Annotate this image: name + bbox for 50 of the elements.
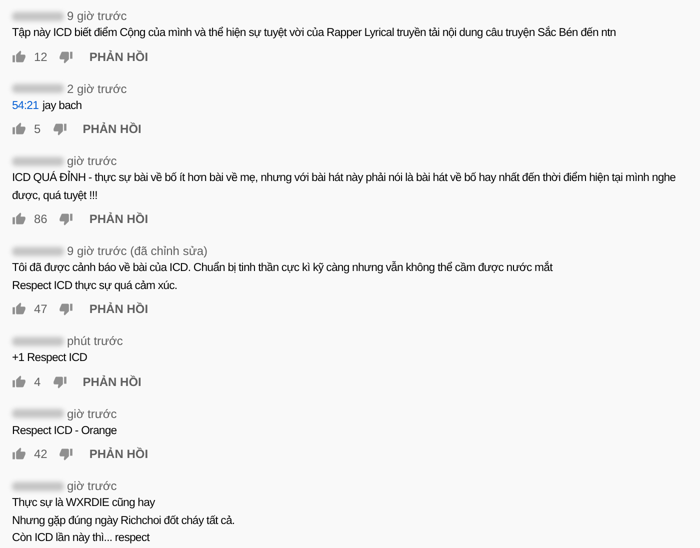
blurred-username xyxy=(12,12,64,20)
like-count: 12 xyxy=(34,50,48,64)
like-count: 42 xyxy=(34,447,48,461)
blurred-username xyxy=(12,482,64,490)
comment-time: 2 giờ trước xyxy=(67,82,127,96)
thumbs-up-icon[interactable] xyxy=(12,212,26,226)
comment-text: được, quá tuyệt !!! xyxy=(12,190,98,202)
blurred-username xyxy=(12,246,64,256)
comment-text: Nhưng gặp đúng ngày Richchoi đốt cháy tất cả. xyxy=(12,514,235,526)
comment-text: ICD QUÁ ĐỈNH - thực sự bài về bố ít hơn bài về mẹ, nhưng với bài hát này phải nói là bài hát về bố hay nhất đến thời điểm hiện tại mình nghe xyxy=(12,172,676,184)
reply-button[interactable]: PHẢN HỒI xyxy=(82,122,142,136)
comment-time: 9 giờ trước xyxy=(67,9,127,23)
like-count: 86 xyxy=(34,212,48,226)
thumbs-up-icon[interactable] xyxy=(12,50,26,64)
timestamp-link[interactable]: 54:21 xyxy=(12,100,39,112)
thumbs-down-icon[interactable] xyxy=(52,374,67,388)
thumbs-down-icon[interactable] xyxy=(59,447,74,461)
thumbs-down-icon[interactable] xyxy=(52,122,67,136)
comment-text: Còn ICD lần này thì... respect xyxy=(12,532,150,544)
reply-button[interactable]: PHẢN HỒI xyxy=(89,212,148,226)
blurred-username xyxy=(12,156,64,166)
blurred-username xyxy=(12,84,64,93)
comment-text: jay bach xyxy=(42,100,82,112)
thumbs-up-icon[interactable] xyxy=(12,447,26,461)
comment-text: Thực sự là WXRDIE cũng hay xyxy=(12,497,155,509)
like-count: 5 xyxy=(34,122,41,136)
comment-time: giờ trước xyxy=(67,406,117,420)
like-count: 47 xyxy=(34,302,48,316)
comment-time: phút trước xyxy=(67,334,123,348)
thumbs-up-icon[interactable] xyxy=(12,374,26,388)
thumbs-down-icon[interactable] xyxy=(59,50,74,64)
comment-text: Tôi đã được cảnh báo về bài của ICD. Chuẩn bị tinh thần cực kì kỹ càng nhưng vẫn không thể cầm được nước mắt xyxy=(12,262,552,274)
comment-text: Respect ICD - Orange xyxy=(12,424,117,436)
blurred-username xyxy=(12,336,64,346)
blurred-username xyxy=(12,409,64,418)
comment-text: Tập này ICD biết điểm Cộng của mình và thể hiện sự tuyệt vời của Rapper Lyrical truyền tải nội dung câu truyện Sắc Bén đến ntn xyxy=(12,27,616,39)
comment-time: giờ trước xyxy=(67,154,117,168)
reply-button[interactable]: PHẢN HỒI xyxy=(89,50,148,64)
comment-time: 9 giờ trước (đã chỉnh sửa) xyxy=(67,244,208,258)
reply-button[interactable]: PHẢN HỒI xyxy=(89,302,148,316)
reply-button[interactable]: PHẢN HỒI xyxy=(82,374,142,388)
thumbs-down-icon[interactable] xyxy=(59,212,74,226)
comment-text: +1 Respect ICD xyxy=(12,352,88,364)
comment-text: Respect ICD thực sự quá cảm xúc. xyxy=(12,280,178,292)
thumbs-up-icon[interactable] xyxy=(12,122,26,136)
reply-button[interactable]: PHẢN HỒI xyxy=(89,447,148,461)
like-count: 4 xyxy=(34,374,41,388)
thumbs-down-icon[interactable] xyxy=(59,302,74,316)
comment-time: giờ trước xyxy=(67,479,117,493)
thumbs-up-icon[interactable] xyxy=(12,302,26,316)
